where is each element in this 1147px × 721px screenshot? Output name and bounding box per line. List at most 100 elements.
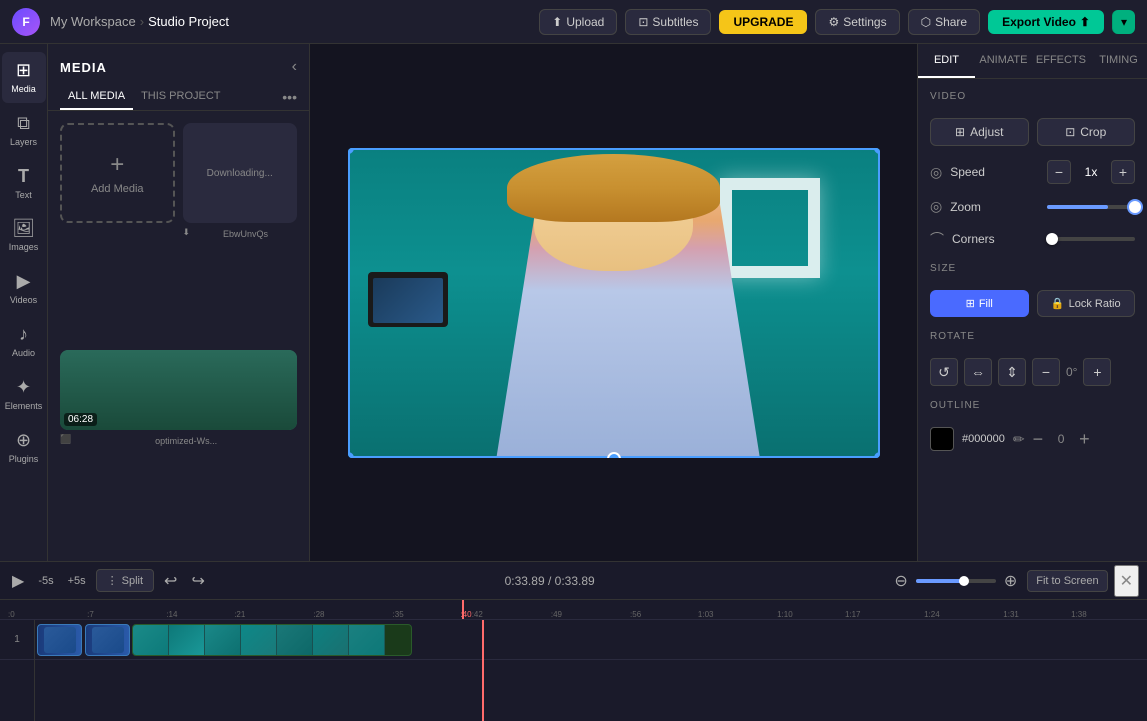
upgrade-button[interactable]: UPGRADE — [719, 10, 807, 34]
split-button[interactable]: ⋮ Split — [96, 569, 154, 592]
lock-ratio-button[interactable]: 🔒 Lock Ratio — [1037, 290, 1136, 317]
rotate-plus-button[interactable]: + — [1083, 358, 1111, 386]
timeline-zoom-fill — [916, 579, 964, 583]
media-grid: + Add Media Downloading... ⬇ EbwUnvQs — [48, 111, 309, 561]
outline-minus-button[interactable]: − — [1033, 429, 1044, 450]
sidebar-item-audio[interactable]: ♪ Audio — [2, 316, 46, 367]
size-section: SIZE ⊞ Fill 🔒 Lock Ratio — [930, 263, 1135, 317]
tab-animate[interactable]: ANIMATE — [975, 44, 1032, 78]
tab-effects[interactable]: EFFECTS — [1032, 44, 1090, 78]
media-panel-close[interactable]: ‹ — [292, 58, 297, 76]
sidebar-label-videos: Videos — [10, 295, 37, 306]
tab-all-media[interactable]: ALL MEDIA — [60, 84, 133, 110]
add-media-button[interactable]: + Add Media — [60, 123, 175, 223]
corners-slider-thumb[interactable] — [1046, 233, 1058, 245]
sidebar-item-text[interactable]: T Text — [2, 158, 46, 209]
sidebar-label-audio: Audio — [12, 348, 35, 359]
adjust-button[interactable]: ⊞ Adjust — [930, 118, 1029, 146]
video-section-title: VIDEO — [930, 91, 1135, 102]
media-item-downloading[interactable]: Downloading... — [183, 123, 298, 223]
playhead-ruler — [462, 600, 464, 619]
download-icon: ⬇ — [183, 227, 191, 238]
media-panel: MEDIA ‹ ALL MEDIA THIS PROJECT ••• + Add… — [48, 44, 310, 561]
clip-mini-thumb-4 — [241, 625, 277, 655]
undo-button[interactable]: ↩ — [160, 567, 181, 595]
main-video-clip[interactable] — [132, 624, 412, 656]
sidebar-item-images[interactable]: 🖼 Images — [2, 210, 46, 261]
rotate-minus-button[interactable]: − — [1032, 358, 1060, 386]
breadcrumb-separator: › — [140, 14, 144, 29]
plus5-button[interactable]: +5s — [64, 571, 90, 591]
fit-to-screen-button[interactable]: Fit to Screen — [1027, 570, 1107, 592]
track-labels: 1 — [0, 620, 35, 721]
media-item-video[interactable]: 06:28 — [60, 350, 297, 430]
fill-icon: ⊞ — [966, 297, 975, 310]
tab-this-project[interactable]: THIS PROJECT — [133, 84, 228, 110]
ruler-mark-2: :14 — [166, 610, 177, 619]
tab-edit[interactable]: EDIT — [918, 44, 975, 78]
videos-icon: ▶ — [17, 271, 31, 292]
speed-plus-button[interactable]: + — [1111, 160, 1135, 184]
tab-timing[interactable]: TIMING — [1090, 44, 1147, 78]
sidebar-item-media[interactable]: ⊞ Media — [2, 52, 46, 103]
sidebar-item-videos[interactable]: ▶ Videos — [2, 263, 46, 314]
flip-h-button[interactable]: ⇔ — [964, 358, 992, 386]
zoom-out-icon[interactable]: ⊖ — [890, 567, 911, 595]
zoom-slider[interactable] — [1047, 205, 1135, 209]
settings-button[interactable]: ⚙ Settings — [815, 9, 899, 35]
sidebar-label-plugins: Plugins — [9, 454, 39, 465]
corners-slider[interactable] — [1048, 237, 1136, 241]
speed-minus-button[interactable]: − — [1047, 160, 1071, 184]
outline-value: 0 — [1051, 432, 1071, 446]
rotate-row: ↺ ⇔ ⇕ − 0° + — [930, 358, 1135, 386]
ruler-mark-11: 1:17 — [845, 610, 861, 619]
play-button[interactable]: ▶ — [8, 567, 28, 595]
minus5-button[interactable]: -5s — [34, 571, 57, 591]
clip-mini-thumb-3 — [205, 625, 241, 655]
flip-v-button[interactable]: ⇕ — [998, 358, 1026, 386]
sidebar-label-elements: Elements — [5, 401, 43, 412]
timeline-area: ▶ -5s +5s ⋮ Split ↩ ↪ 0:33.89 / 0:33.89 … — [0, 561, 1147, 721]
zoom-in-icon[interactable]: ⊕ — [1000, 567, 1021, 595]
export-dropdown-button[interactable]: ▾ — [1112, 10, 1135, 34]
plus-icon: + — [110, 151, 124, 179]
ruler-marks-container: :0 :7 :14 :21 :28 :35 :40 :42 :49 :56 1:… — [8, 600, 1139, 619]
ruler-mark-10: 1:10 — [777, 610, 793, 619]
redo-button[interactable]: ↪ — [187, 567, 208, 595]
timeline-toolbar: ▶ -5s +5s ⋮ Split ↩ ↪ 0:33.89 / 0:33.89 … — [0, 562, 1147, 600]
share-icon: ⬡ — [921, 15, 931, 29]
media-more-button[interactable]: ••• — [282, 84, 297, 110]
fill-button[interactable]: ⊞ Fill — [930, 290, 1029, 317]
timeline-zoom-slider[interactable] — [916, 579, 996, 583]
canvas-area — [310, 44, 917, 561]
size-section-title: SIZE — [930, 263, 1135, 274]
media-filename-2: optimized-Ws... — [75, 436, 297, 446]
canvas-video[interactable] — [348, 148, 880, 458]
clip-small-1[interactable] — [37, 624, 82, 656]
timeline-zoom-thumb[interactable] — [959, 576, 969, 586]
video-file-icon: ⬛ — [60, 434, 71, 445]
outline-color-swatch[interactable] — [930, 427, 954, 451]
images-icon: 🖼 — [12, 218, 35, 239]
outline-pen-icon[interactable]: ✏ — [1013, 431, 1025, 448]
sidebar-item-elements[interactable]: ✦ Elements — [2, 369, 46, 420]
ruler-mark-6: :42 — [472, 610, 483, 619]
share-button[interactable]: ⬡ Share — [908, 9, 981, 35]
sidebar-item-layers[interactable]: ⧉ Layers — [2, 105, 46, 156]
crop-button[interactable]: ⊡ Crop — [1037, 118, 1136, 146]
zoom-slider-thumb[interactable] — [1129, 201, 1141, 213]
export-button[interactable]: Export Video ⬆ — [988, 10, 1104, 34]
subtitles-button[interactable]: ⊡ Subtitles — [625, 9, 711, 35]
rotate-ccw-button[interactable]: ↺ — [930, 358, 958, 386]
clip-mini-thumb-5 — [277, 625, 313, 655]
workspace-name[interactable]: My Workspace — [50, 14, 136, 29]
timeline-close-button[interactable]: ✕ — [1114, 565, 1139, 597]
clip-small-2[interactable] — [85, 624, 130, 656]
ruler-mark-13: 1:31 — [1003, 610, 1019, 619]
outline-plus-button[interactable]: + — [1079, 429, 1090, 450]
upload-button[interactable]: ⬆ Upload — [539, 9, 617, 35]
current-time: 0:33.89 — [505, 574, 545, 588]
project-name[interactable]: Studio Project — [148, 14, 229, 29]
sidebar-item-plugins[interactable]: ⊕ Plugins — [2, 422, 46, 473]
zoom-row: ◎ Zoom — [930, 198, 1135, 215]
